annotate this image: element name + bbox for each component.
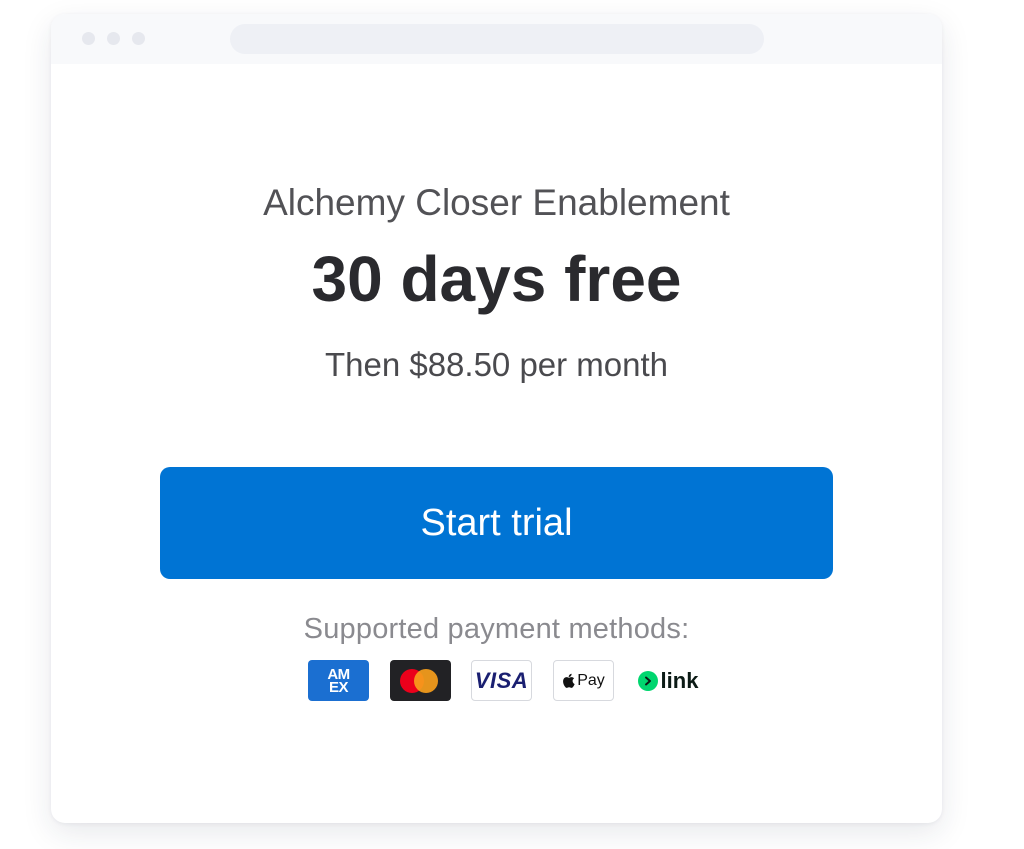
apple-logo-icon [562, 673, 575, 688]
window-maximize-dot-icon[interactable] [132, 32, 145, 45]
mastercard-yellow-circle [414, 669, 438, 693]
payment-methods-row: AM EX VISA Pay link [308, 660, 708, 702]
apple-pay-text: Pay [577, 671, 605, 689]
visa-icon: VISA [471, 660, 532, 701]
link-icon: link [633, 660, 703, 701]
amex-text-bottom: EX [328, 678, 349, 696]
address-bar[interactable] [230, 24, 764, 54]
payment-methods-label: Supported payment methods: [303, 613, 690, 645]
amex-icon: AM EX [308, 660, 369, 701]
browser-window: Alchemy Closer Enablement 30 days free T… [51, 14, 942, 823]
trial-headline: 30 days free [311, 243, 682, 315]
price-line: Then $88.50 per month [324, 346, 669, 383]
visa-text: VISA [474, 667, 529, 693]
link-text: link [660, 667, 699, 693]
product-name: Alchemy Closer Enablement [263, 182, 730, 223]
window-minimize-dot-icon[interactable] [107, 32, 120, 45]
start-trial-button[interactable]: Start trial [160, 467, 833, 579]
window-close-dot-icon[interactable] [82, 32, 95, 45]
link-arrow-icon [637, 670, 658, 691]
window-titlebar [51, 14, 942, 64]
apple-pay-icon: Pay [553, 660, 614, 701]
mastercard-icon [390, 660, 451, 701]
